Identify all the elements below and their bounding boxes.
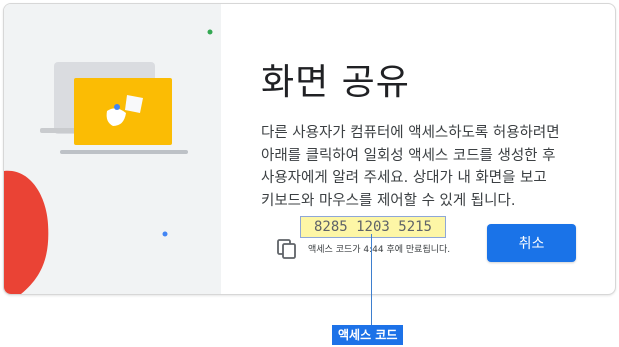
access-code[interactable]: 8285 1203 5215 — [300, 216, 446, 238]
cancel-button[interactable]: 취소 — [487, 224, 576, 262]
illustration-panel — [4, 4, 221, 294]
access-code-annotation: 액세스 코드 — [332, 325, 404, 345]
screen-sharing-illustration-icon — [4, 4, 221, 294]
dialog-description: 다른 사용자가 컴퓨터에 액세스하도록 허용하려면 아래를 클릭하여 일회성 액… — [261, 125, 560, 209]
screen-sharing-dialog: 화면 공유 다른 사용자가 컴퓨터에 액세스하도록 허용하려면 아래를 클릭하여… — [3, 3, 616, 295]
access-code-expiry: 액세스 코드가 4:44 후에 만료됩니다. — [308, 245, 451, 255]
dialog-content: 화면 공유 다른 사용자가 컴퓨터에 액세스하도록 허용하려면 아래를 클릭하여… — [221, 4, 615, 294]
copy-icon[interactable] — [275, 236, 299, 260]
page: 화면 공유 다른 사용자가 컴퓨터에 액세스하도록 허용하려면 아래를 클릭하여… — [0, 0, 619, 347]
dialog-title: 화면 공유 — [261, 62, 410, 103]
annotation-leader-line — [371, 234, 372, 325]
